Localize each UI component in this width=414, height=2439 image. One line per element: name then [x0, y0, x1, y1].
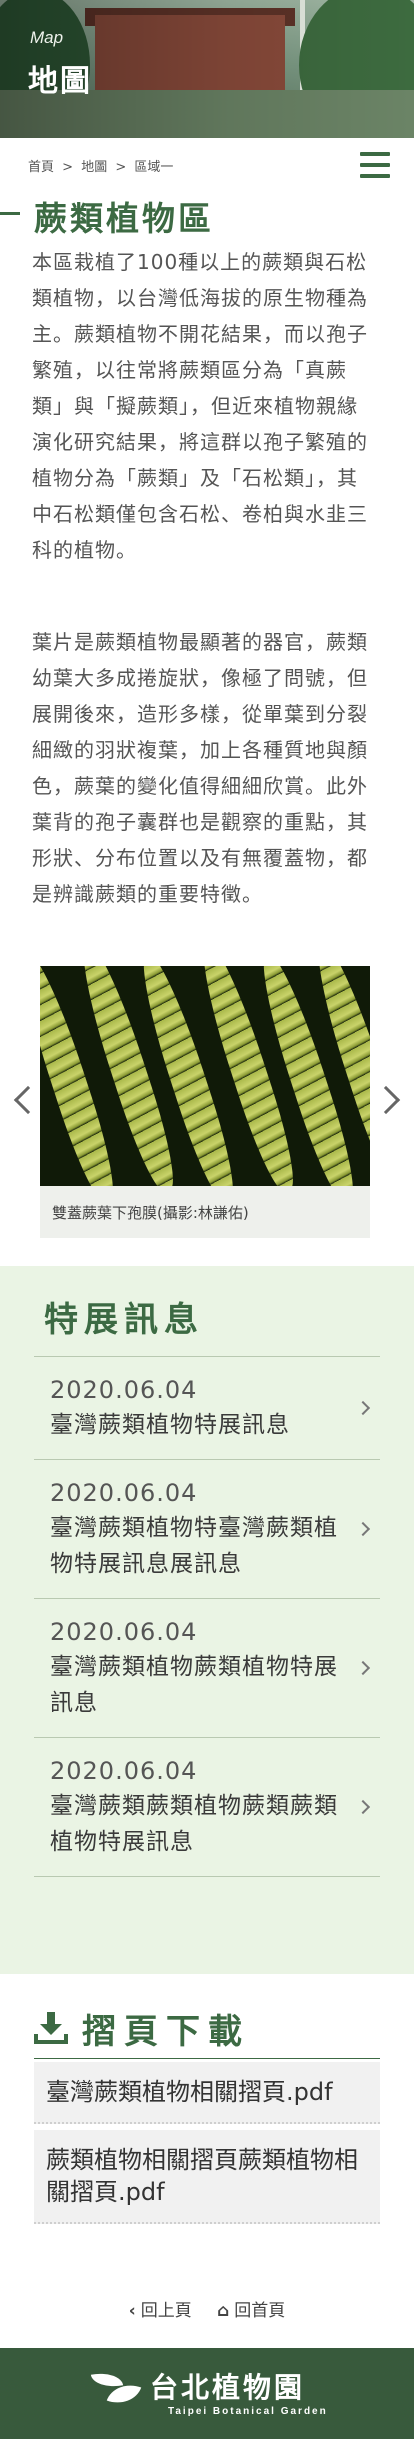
download-icon	[34, 2012, 68, 2044]
chevron-left-icon: ‹	[128, 2301, 136, 2321]
page-title: 蕨類植物區	[34, 199, 214, 238]
news-title: 臺灣蕨類植物特臺灣蕨類植物特展訊息展訊息	[50, 1515, 338, 1577]
news-item[interactable]: 2020.06.04 臺灣蕨類植物特臺灣蕨類植物特展訊息展訊息	[34, 1460, 380, 1599]
photo-carousel: 雙蓋蕨葉下孢膜(攝影:林謙佑)	[40, 966, 370, 1238]
news-title: 臺灣蕨類植物蕨類植物特展訊息	[50, 1654, 338, 1716]
photo-caption-box: 雙蓋蕨葉下孢膜(攝影:林謙佑)	[40, 1186, 370, 1238]
chevron-right-icon	[355, 1521, 371, 1537]
section-title: 特展訊息	[44, 1300, 204, 1340]
intro-paragraph: 本區栽植了100種以上的蕨類與石松類植物，以台灣低海拔的原生物種為主。蕨類植物不…	[32, 250, 368, 562]
hero-banner: Map 地圖	[0, 0, 414, 138]
back-label: 回上頁	[140, 2301, 192, 2321]
bottom-nav: ‹ 回上頁 ⌂ 回首頁	[0, 2296, 414, 2321]
download-link[interactable]: 蕨類植物相關摺頁蕨類植物相關摺頁.pdf	[34, 2130, 380, 2224]
news-date: 2020.06.04	[50, 1618, 198, 1646]
news-date: 2020.06.04	[50, 1479, 198, 1507]
news-date: 2020.06.04	[50, 1757, 198, 1785]
breadcrumb-current: 區域一	[134, 160, 174, 175]
hamburger-menu-icon[interactable]	[360, 152, 390, 178]
hero-subtitle-en: Map	[30, 28, 64, 47]
back-link[interactable]: ‹ 回上頁	[129, 2301, 192, 2321]
news-list: 2020.06.04 臺灣蕨類植物特展訊息 2020.06.04 臺灣蕨類植物特…	[34, 1356, 380, 1877]
carousel-next-icon[interactable]	[371, 1085, 401, 1115]
breadcrumb-separator: >	[115, 160, 127, 175]
footer-logo-zh: 台北植物園	[150, 2371, 306, 2404]
chevron-right-icon	[355, 1799, 371, 1815]
footer-logo-en: Taipei Botanical Garden	[168, 2406, 328, 2417]
home-icon: ⌂	[217, 2301, 230, 2321]
download-list: 臺灣蕨類植物相關摺頁.pdf 蕨類植物相關摺頁蕨類植物相關摺頁.pdf	[34, 2062, 380, 2230]
special-exhibition-section: 特展訊息 2020.06.04 臺灣蕨類植物特展訊息 2020.06.04 臺灣…	[0, 1266, 414, 1974]
title-accent-bar	[0, 212, 20, 215]
breadcrumb: 首頁 > 地圖 > 區域一	[28, 156, 177, 175]
carousel-prev-icon[interactable]	[13, 1085, 43, 1115]
news-item[interactable]: 2020.06.04 臺灣蕨類植物特展訊息	[34, 1357, 380, 1460]
home-label: 回首頁	[234, 2301, 286, 2321]
breadcrumb-map[interactable]: 地圖	[81, 160, 107, 175]
chevron-right-icon	[355, 1400, 371, 1416]
news-title: 臺灣蕨類植物特展訊息	[50, 1412, 290, 1438]
news-item[interactable]: 2020.06.04 臺灣蕨類蕨類植物蕨類蕨類植物特展訊息	[34, 1738, 380, 1877]
fern-photo	[40, 966, 370, 1186]
news-item[interactable]: 2020.06.04 臺灣蕨類植物蕨類植物特展訊息	[34, 1599, 380, 1738]
download-title: 摺頁下載	[82, 2012, 250, 2052]
home-link[interactable]: ⌂ 回首頁	[217, 2301, 285, 2321]
footer: 台北植物園 Taipei Botanical Garden	[0, 2348, 414, 2439]
news-title: 臺灣蕨類蕨類植物蕨類蕨類植物特展訊息	[50, 1793, 338, 1855]
download-link[interactable]: 臺灣蕨類植物相關摺頁.pdf	[34, 2062, 380, 2124]
photo-caption: 雙蓋蕨葉下孢膜(攝影:林謙佑)	[52, 1204, 249, 1222]
hero-title-zh: 地圖	[28, 64, 92, 99]
leaf-paragraph: 葉片是蕨類植物最顯著的器官，蕨類幼葉大多成捲旋狀，像極了問號，但展開後來，造形多…	[32, 630, 368, 906]
bird-logo-icon	[90, 2368, 146, 2412]
breadcrumb-home[interactable]: 首頁	[28, 160, 54, 175]
divider	[34, 2058, 380, 2059]
breadcrumb-separator: >	[62, 160, 74, 175]
chevron-right-icon	[355, 1660, 371, 1676]
news-date: 2020.06.04	[50, 1376, 198, 1404]
